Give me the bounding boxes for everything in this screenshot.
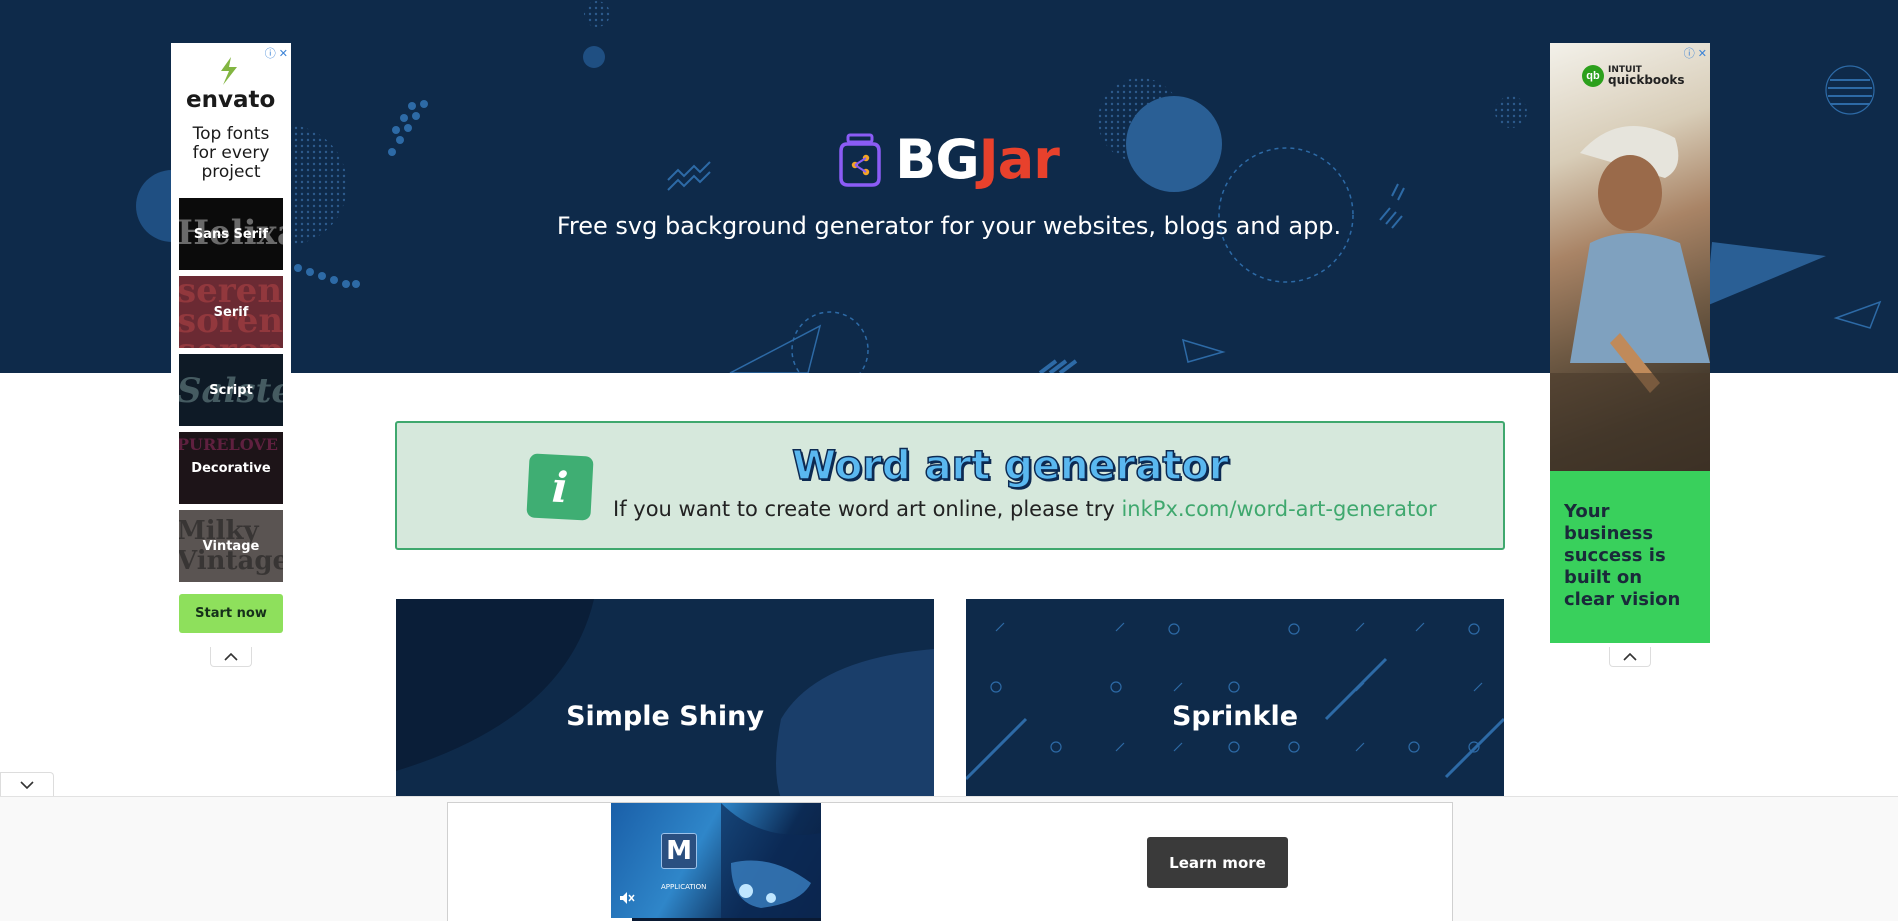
ad-photo: qb INTUIT quickbooks [1550,43,1710,471]
font-tile-serif[interactable]: seren soren sorop Serif [179,276,283,348]
chevron-up-icon [1623,652,1637,661]
ad-video-art [721,803,821,921]
envato-logo: envato [186,87,276,113]
tile-label: Decorative [191,460,271,476]
info-icon-letter: i [550,462,570,512]
mute-icon-glyph [620,892,635,904]
chevron-up-icon [224,652,238,661]
envato-leaf-icon [221,57,237,85]
quickbooks-wordmark: INTUIT quickbooks [1608,65,1685,87]
bottom-ad[interactable]: M APPLICATION Learn more [447,802,1453,921]
ad-photo-art [1550,126,1710,471]
brand-name-first: BG [895,128,979,191]
start-now-button[interactable]: Start now [179,594,283,633]
font-tile-script[interactable]: Salster Script [179,354,283,426]
collapse-bottom-ad-button[interactable] [0,772,54,796]
ad-choices-icon[interactable]: ⓘ ✕ [265,45,288,61]
brand-name: BGJar [895,128,1060,191]
quickbooks-logo: qb INTUIT quickbooks [1582,65,1685,87]
tile-label: Serif [213,304,249,320]
learn-more-button[interactable]: Learn more [1147,837,1288,888]
jar-logo-icon [839,133,881,187]
word-art-link[interactable]: inkPx.com/word-art-generator [1121,497,1436,521]
quickbooks-wordmark-large: quickbooks [1608,73,1685,87]
envato-headline: Top fonts for every project [192,124,270,182]
word-art-text: If you want to create word art online, p… [613,497,1437,521]
tile-bg-text: PURELOVE [179,435,278,454]
font-tile-vintage[interactable]: Milky Vintage Vintage [179,510,283,582]
font-tile-sans-serif[interactable]: Helixa Sans Serif [179,198,283,270]
ad-video-logo: M [661,833,697,869]
ad-choices-icon[interactable]: ⓘ ✕ [1684,45,1707,61]
quickbooks-slogan: Your business success is built on clear … [1564,501,1681,610]
card-label: Simple Shiny [566,701,764,732]
quickbooks-logo-icon: qb [1582,65,1604,87]
ad-video[interactable]: M APPLICATION [611,803,821,921]
chevron-down-icon [20,780,34,789]
card-label: Sprinkle [1171,701,1299,732]
collapse-left-ad-button[interactable] [210,647,252,667]
quickbooks-ad[interactable]: ⓘ ✕ qb INTUIT quickbooks Your business su… [1550,43,1710,643]
brand-name-second: Jar [978,128,1060,191]
word-art-title: Word art generator [791,442,1229,490]
card-sprinkle-art [966,622,1504,781]
tile-label: Sans Serif [193,226,269,242]
word-art-text-body: If you want to create word art online, p… [613,497,1115,521]
info-icon: i [526,453,594,521]
quickbooks-slogan-panel: Your business success is built on clear … [1550,471,1710,643]
card-simple-shiny-art [396,599,934,799]
word-art-banner: i Word art generator If you want to crea… [395,421,1505,550]
card-simple-shiny[interactable]: Simple Shiny [396,599,934,799]
ad-video-caption: APPLICATION [661,883,707,891]
font-tile-decorative[interactable]: PURELOVE Decorative [179,432,283,504]
tile-label: Script [209,382,253,398]
collapse-right-ad-button[interactable] [1609,647,1651,667]
card-sprinkle[interactable]: Sprinkle [966,599,1504,799]
mute-icon[interactable] [619,891,635,908]
tile-label: Vintage [202,538,260,554]
envato-ad[interactable]: ⓘ ✕ envato Top fonts for every project H… [171,43,291,647]
